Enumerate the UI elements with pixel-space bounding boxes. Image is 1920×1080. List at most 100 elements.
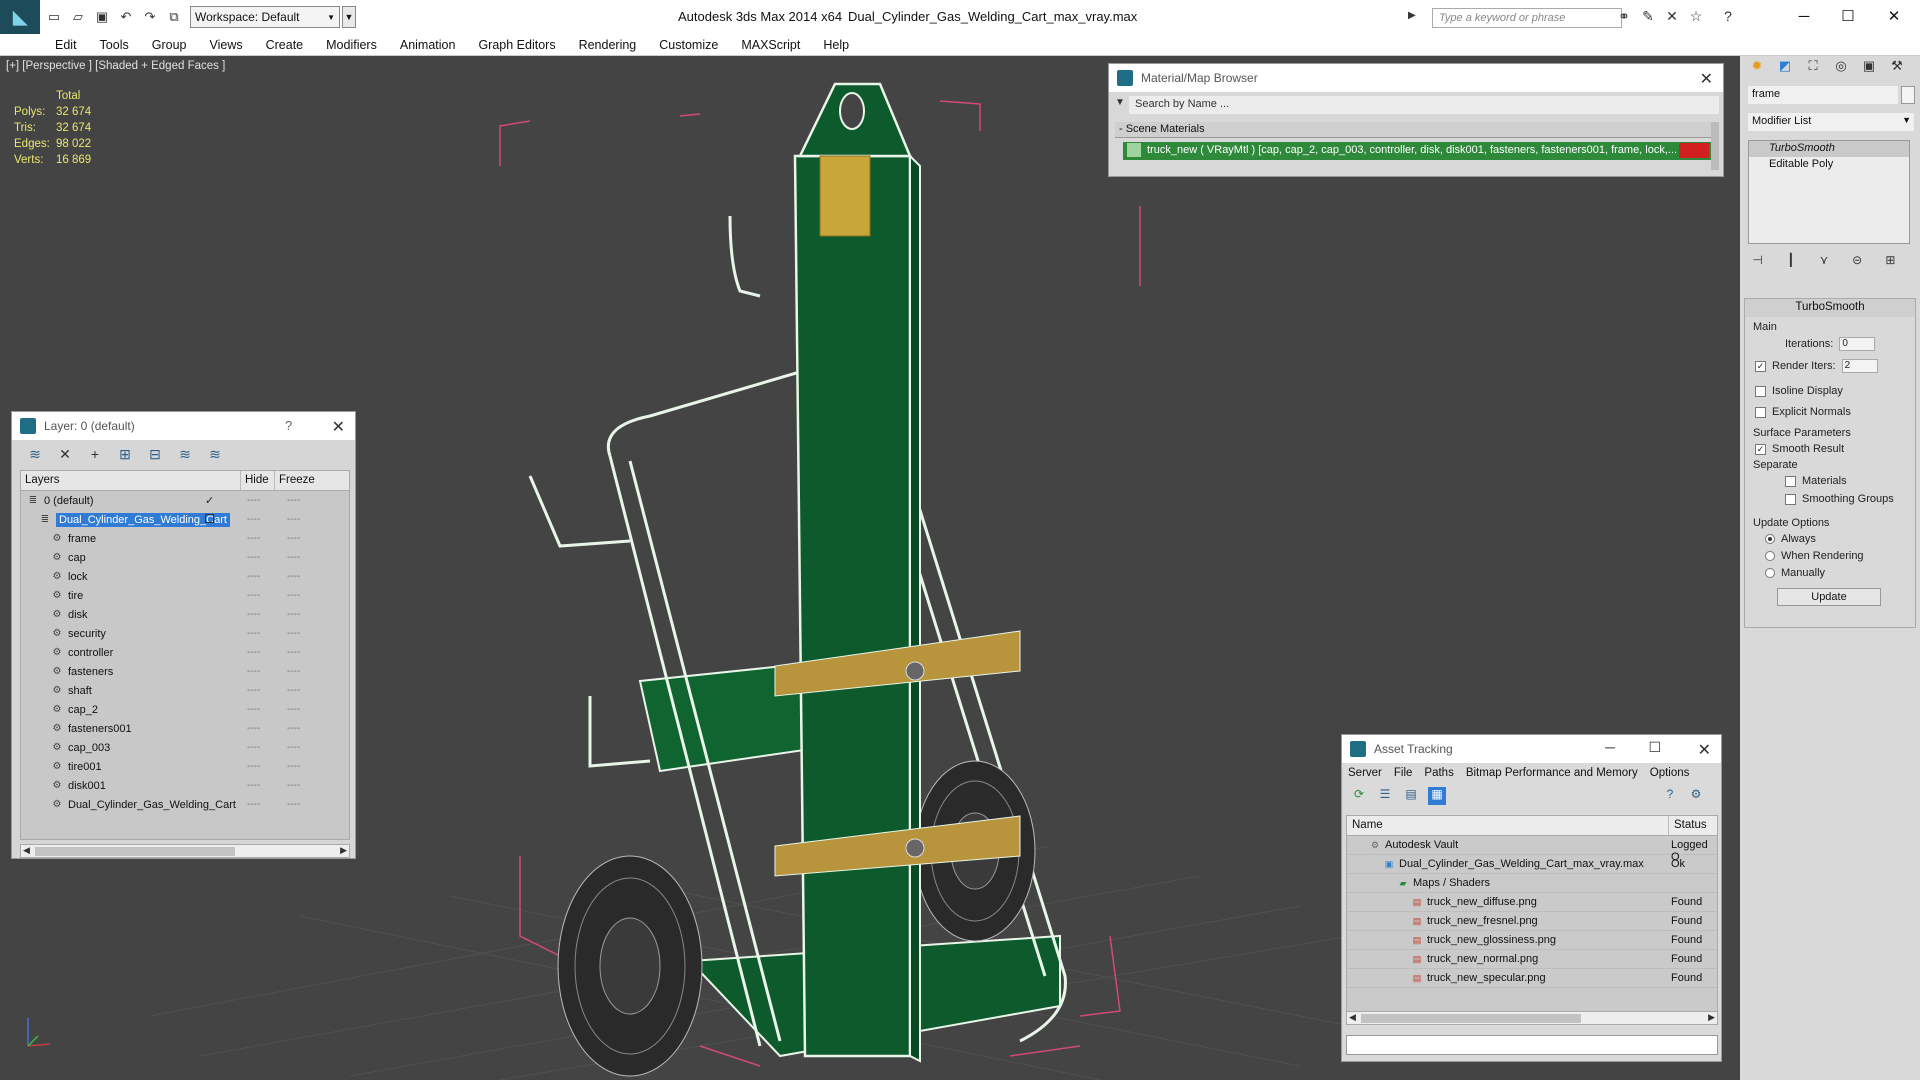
asset-menu-file[interactable]: File — [1394, 767, 1413, 779]
layer-row[interactable]: ⚙ tire001 ---- ---- — [21, 757, 349, 776]
help-button[interactable]: ? — [285, 418, 292, 433]
when-rendering-radio[interactable] — [1765, 551, 1775, 561]
explicit-normals-checkbox[interactable] — [1755, 406, 1766, 418]
menu-customize[interactable]: Customize — [659, 38, 718, 52]
layer-row[interactable]: ⚙ lock ---- ---- — [21, 567, 349, 586]
project-folder-icon[interactable]: ⧉ — [164, 7, 184, 27]
layer-row[interactable]: ⚙ cap_2 ---- ---- — [21, 700, 349, 719]
asset-menu-bitmap[interactable]: Bitmap Performance and Memory — [1466, 767, 1638, 779]
display-tab-icon[interactable]: ▣ — [1858, 58, 1880, 78]
freeze-toggle[interactable]: ---- — [287, 495, 300, 506]
asset-tracking-title-bar[interactable]: Asset Tracking ─ ☐ ✕ — [1342, 735, 1721, 763]
workspace-dropdown[interactable]: Workspace: Default ▼ — [190, 6, 340, 28]
menu-help[interactable]: Help — [823, 38, 849, 52]
menu-maxscript[interactable]: MAXScript — [741, 38, 800, 52]
scroll-left-icon[interactable]: ◀ — [1349, 1012, 1356, 1023]
manually-radio[interactable] — [1765, 568, 1775, 578]
layer-hscrollbar[interactable]: ◀ ▶ — [20, 844, 350, 858]
asset-row[interactable]: ▤ truck_new_normal.png Found — [1347, 950, 1717, 969]
col-layers[interactable]: Layers — [21, 471, 241, 490]
material-scrollbar[interactable] — [1711, 122, 1719, 170]
freeze-toggle[interactable]: ---- — [287, 799, 300, 810]
menu-animation[interactable]: Animation — [400, 38, 456, 52]
search-expand-icon[interactable]: ▶ — [1408, 10, 1416, 21]
hide-toggle[interactable]: ---- — [247, 571, 260, 582]
materials-checkbox[interactable] — [1785, 475, 1796, 487]
subscription-icon[interactable]: ✕ — [1662, 8, 1682, 28]
close-icon[interactable]: ✕ — [1698, 740, 1711, 760]
hide-all-layers-icon[interactable]: ≋ — [176, 445, 194, 463]
layer-row[interactable]: ⚙ frame ---- ---- — [21, 529, 349, 548]
search-input[interactable]: Type a keyword or phrase — [1432, 8, 1622, 28]
modifier-list-dropdown[interactable]: Modifier List ▼ — [1748, 113, 1914, 131]
layer-row[interactable]: ⚙ Dual_Cylinder_Gas_Welding_Cart ---- ---- — [21, 795, 349, 814]
menu-edit[interactable]: Edit — [55, 38, 77, 52]
asset-row[interactable]: ▣ Dual_Cylinder_Gas_Welding_Cart_max_vray… — [1347, 855, 1717, 874]
menu-tools[interactable]: Tools — [100, 38, 129, 52]
object-color-swatch[interactable] — [1901, 86, 1915, 104]
current-layer-check-icon[interactable]: ✓ — [205, 494, 214, 507]
col-name[interactable]: Name — [1347, 816, 1669, 835]
hide-toggle[interactable]: ---- — [247, 742, 260, 753]
new-layer-icon[interactable]: ≋ — [26, 445, 44, 463]
layer-row[interactable]: ⚙ controller ---- ---- — [21, 643, 349, 662]
freeze-toggle[interactable]: ---- — [287, 723, 300, 734]
asset-row[interactable]: ▰ Maps / Shaders — [1347, 874, 1717, 893]
close-icon[interactable]: ✕ — [332, 417, 345, 437]
freeze-toggle[interactable]: ---- — [287, 704, 300, 715]
freeze-toggle[interactable]: ---- — [287, 533, 300, 544]
layer-row[interactable]: ⚙ cap_003 ---- ---- — [21, 738, 349, 757]
asset-menu-server[interactable]: Server — [1348, 767, 1382, 779]
scroll-right-icon[interactable]: ▶ — [1708, 1012, 1715, 1023]
layer-row[interactable]: ≣ 0 (default) ✓ ---- ---- — [21, 491, 349, 510]
show-end-result-icon[interactable]: ┃ — [1781, 253, 1800, 271]
communication-center-icon[interactable]: ✎ — [1638, 8, 1658, 28]
hierarchy-tab-icon[interactable]: ⛶ — [1802, 58, 1824, 78]
col-hide[interactable]: Hide — [241, 471, 275, 490]
hide-toggle[interactable]: ---- — [247, 799, 260, 810]
select-objects-icon[interactable]: ⊞ — [116, 445, 134, 463]
menu-graph-editors[interactable]: Graph Editors — [478, 38, 555, 52]
utilities-tab-icon[interactable]: ⚒ — [1886, 58, 1908, 78]
hide-toggle[interactable]: ---- — [247, 704, 260, 715]
asset-hscrollbar[interactable]: ◀ ▶ — [1346, 1011, 1718, 1025]
save-icon[interactable]: ▣ — [92, 7, 112, 27]
asset-row[interactable]: ▤ truck_new_fresnel.png Found — [1347, 912, 1717, 931]
asset-row[interactable]: ▤ truck_new_diffuse.png Found — [1347, 893, 1717, 912]
minimize-icon[interactable]: ─ — [1605, 739, 1615, 755]
hide-toggle[interactable]: ---- — [247, 780, 260, 791]
remove-modifier-icon[interactable]: ⊝ — [1848, 253, 1867, 271]
scroll-thumb[interactable] — [1361, 1014, 1581, 1023]
freeze-all-layers-icon[interactable]: ≋ — [206, 445, 224, 463]
layer-row[interactable]: ⚙ tire ---- ---- — [21, 586, 349, 605]
delete-layer-icon[interactable]: ✕ — [56, 445, 74, 463]
search-options-icon[interactable]: ▼ — [1115, 97, 1125, 108]
binoculars-icon[interactable]: ⚭ — [1614, 8, 1634, 28]
hide-toggle[interactable]: ---- — [247, 723, 260, 734]
freeze-toggle[interactable]: ---- — [287, 685, 300, 696]
freeze-toggle[interactable]: ---- — [287, 552, 300, 563]
layer-row[interactable]: ⚙ disk ---- ---- — [21, 605, 349, 624]
layer-row[interactable]: ⚙ shaft ---- ---- — [21, 681, 349, 700]
menu-modifiers[interactable]: Modifiers — [326, 38, 377, 52]
scene-materials-section[interactable]: - Scene Materials — [1115, 122, 1719, 138]
freeze-toggle[interactable]: ---- — [287, 514, 300, 525]
asset-row[interactable]: ▤ truck_new_glossiness.png Found — [1347, 931, 1717, 950]
hide-toggle[interactable]: ---- — [247, 761, 260, 772]
hide-toggle[interactable]: ---- — [247, 685, 260, 696]
redo-icon[interactable]: ↷ — [140, 7, 160, 27]
refresh-icon[interactable]: ⟳ — [1350, 787, 1368, 805]
asset-menu-options[interactable]: Options — [1650, 767, 1690, 779]
close-icon[interactable]: ✕ — [1872, 4, 1916, 30]
hide-toggle[interactable]: ---- — [247, 590, 260, 601]
configure-modifier-sets-icon[interactable]: ⊞ — [1881, 253, 1900, 271]
stack-item-turbosmooth[interactable]: TurboSmooth — [1749, 141, 1909, 157]
set-current-layer-icon[interactable] — [205, 514, 214, 523]
new-file-icon[interactable]: ▭ — [44, 7, 64, 27]
iterations-spinner[interactable]: 0 — [1839, 337, 1876, 351]
freeze-toggle[interactable]: ---- — [287, 590, 300, 601]
scroll-thumb[interactable] — [35, 847, 235, 856]
asset-menu-paths[interactable]: Paths — [1424, 767, 1453, 779]
hide-toggle[interactable]: ---- — [247, 647, 260, 658]
freeze-toggle[interactable]: ---- — [287, 742, 300, 753]
